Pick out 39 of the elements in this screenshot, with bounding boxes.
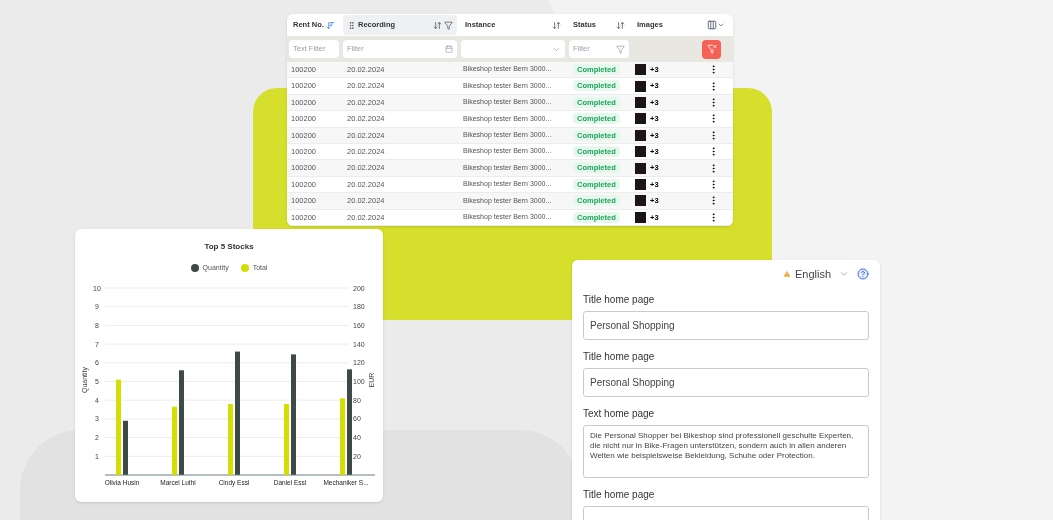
total-bar: [228, 403, 233, 475]
sort-icon[interactable]: [326, 20, 335, 30]
photo-placeholder: [635, 64, 646, 76]
filter-clear-icon: [706, 44, 717, 54]
chevron-down-icon: [839, 269, 849, 279]
help-icon[interactable]: [857, 268, 869, 280]
select-filter-field[interactable]: [461, 40, 565, 58]
photo-placeholder: [635, 211, 646, 223]
input-field[interactable]: Personal Shopping: [583, 368, 869, 397]
chart-title: Top 5 Stocks: [204, 241, 254, 253]
clear-filters-button[interactable]: [702, 39, 721, 59]
language-selector[interactable]: English: [782, 265, 849, 283]
sort-icon[interactable]: [433, 20, 442, 30]
columns-icon: [707, 20, 717, 30]
column-settings-button[interactable]: [707, 20, 725, 30]
field-label: Title home page: [583, 488, 656, 502]
total-bar: [172, 406, 177, 475]
photo-placeholder: [635, 96, 646, 108]
total-bar: [284, 403, 289, 475]
field-label: Title home page: [583, 350, 656, 364]
drag-handle-icon[interactable]: [347, 20, 356, 30]
photo-placeholder: [635, 178, 646, 190]
sort-icon[interactable]: [616, 20, 625, 30]
photo-placeholder: [635, 113, 646, 125]
photo-placeholder: [635, 195, 646, 207]
quantity-bar: [123, 420, 128, 475]
photo-placeholder: [635, 80, 646, 92]
sort-icon[interactable]: [552, 20, 561, 30]
field-label: Text home page: [583, 407, 656, 421]
photo-placeholder: [635, 129, 646, 141]
input-field[interactable]: Personal Shopping: [583, 311, 869, 340]
filter-icon: [616, 44, 625, 54]
filter-icon[interactable]: [444, 20, 453, 30]
photo-placeholder: [635, 162, 646, 174]
calendar-icon: [445, 45, 453, 53]
photo-placeholder: [635, 146, 646, 158]
text-area[interactable]: Die Personal Shopper bei Bikeshop sind professionell geschulte Experten, die nicht nur in Bike-Fragen unterstützen, sondern auch in allen anderen Welten wie beispielsweise Bekleidung, Schuhe oder Protection.: [583, 425, 869, 478]
chevron-down-icon: [717, 21, 725, 29]
field-label: Title home page: [583, 293, 656, 307]
